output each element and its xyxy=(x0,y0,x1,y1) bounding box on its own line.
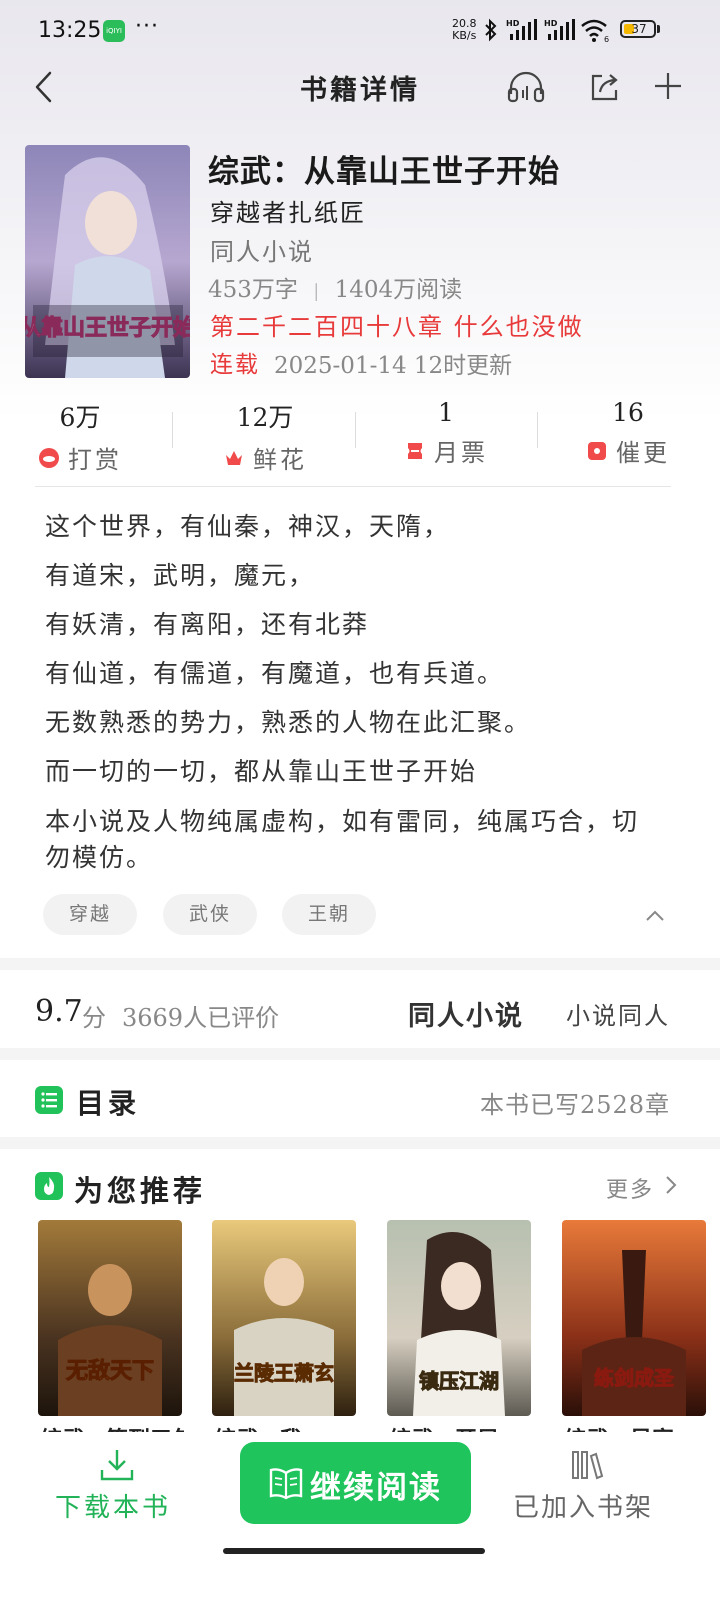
app-badge-icon: iQIYI xyxy=(103,20,125,42)
signal-2-icon: HD xyxy=(544,19,575,40)
stat-label-row: 鲜花 xyxy=(185,440,345,475)
synopsis-line: 而一切的一切，都从靠山王世子开始 xyxy=(45,757,478,786)
signal-1-icon: HD xyxy=(506,19,537,40)
read-count: 1404万阅读 xyxy=(334,277,463,303)
stat-urge[interactable]: 16 催更 xyxy=(548,398,708,468)
ticket-icon xyxy=(408,442,422,459)
more-notifications-icon: ··· xyxy=(135,14,159,39)
home-indicator[interactable] xyxy=(223,1548,485,1554)
category-tag[interactable]: 小说同人 xyxy=(566,996,670,1031)
battery-level: 37 xyxy=(631,22,647,36)
book-category: 同人小说 xyxy=(210,238,314,266)
rating-unit: 分 xyxy=(82,1004,106,1032)
share-icon[interactable] xyxy=(588,70,622,104)
stat-flower[interactable]: 12万 鲜花 xyxy=(185,398,345,475)
flame-icon xyxy=(35,1172,63,1200)
battery-tip xyxy=(657,25,660,33)
synopsis-line: 有道宋，武明，魔元， xyxy=(45,561,316,590)
cover-title-text: 练剑成圣 xyxy=(594,1366,675,1390)
svg-text:6: 6 xyxy=(604,35,609,44)
cover-title-text: 从靠山王世子开始 xyxy=(25,315,190,341)
divider xyxy=(537,412,538,448)
catalog-icon xyxy=(35,1086,63,1114)
stats-separator: | xyxy=(313,281,320,302)
catalog-title[interactable]: 目录 xyxy=(76,1082,140,1122)
book-stats: 453万字 | 1404万阅读 xyxy=(208,270,462,304)
tag-chip[interactable]: 穿越 xyxy=(43,894,137,935)
stat-ticket[interactable]: 1 月票 xyxy=(366,398,526,468)
continue-reading-label: 继续阅读 xyxy=(310,1470,442,1506)
chapter-count[interactable]: 本书已写2528章 xyxy=(480,1085,670,1120)
stat-label-row: 打赏 xyxy=(0,440,160,475)
cover-title-text: 兰陵王萧玄 xyxy=(234,1361,334,1385)
stat-value: 1 xyxy=(438,398,454,427)
stat-value: 6万 xyxy=(59,403,101,432)
stat-value: 16 xyxy=(612,398,644,427)
headphones-icon[interactable] xyxy=(506,68,546,104)
net-speed: 20.8 KB/s xyxy=(452,18,477,42)
plus-icon[interactable] xyxy=(652,70,684,102)
wifi-icon: 6 xyxy=(581,19,609,44)
recommended-book-cover[interactable]: 镇压江湖 xyxy=(387,1220,531,1416)
download-icon[interactable] xyxy=(98,1448,136,1482)
download-button[interactable]: 下载本书 xyxy=(55,1487,171,1524)
svg-text:HD: HD xyxy=(506,19,520,28)
synopsis-line: 本小说及人物纯属虚构，如有雷同，纯属巧合，切勿模仿。 xyxy=(45,807,640,872)
open-book-icon xyxy=(269,1468,303,1500)
rating-score: 9.7 xyxy=(35,994,83,1029)
flower-icon xyxy=(226,450,242,465)
recommend-title: 为您推荐 xyxy=(74,1174,207,1208)
latest-chapter[interactable]: 第二千二百四十八章 什么也没做 xyxy=(210,307,584,342)
status-badge: 连载 xyxy=(210,352,260,378)
update-time: 2025-01-14 12时更新 xyxy=(274,353,513,379)
recommended-book-cover[interactable]: 兰陵王萧玄 xyxy=(212,1220,356,1416)
word-count: 453万字 xyxy=(208,277,298,303)
chevron-right-icon[interactable] xyxy=(664,1172,678,1198)
added-to-shelf-button[interactable]: 已加入书架 xyxy=(513,1487,653,1524)
stat-label: 月票 xyxy=(434,439,488,467)
cover-title-text: 无敌天下 xyxy=(66,1358,154,1384)
tag-chip[interactable]: 武侠 xyxy=(163,894,257,935)
section-separator xyxy=(0,958,720,970)
stat-label: 鲜花 xyxy=(253,446,307,474)
status-bar: 13:25 iQIYI ··· 20.8 KB/s HD HD 6 37 xyxy=(0,0,720,62)
continue-reading-button[interactable]: 继续阅读 xyxy=(240,1442,471,1524)
book-cover-image[interactable]: 从靠山王世子开始 xyxy=(25,145,190,378)
section-separator xyxy=(0,1137,720,1149)
synopsis-line: 这个世界，有仙秦，神汉，天隋， xyxy=(45,512,451,541)
stat-label: 催更 xyxy=(616,439,670,467)
divider xyxy=(172,412,173,448)
status-time: 13:25 xyxy=(38,18,102,43)
category-tag[interactable]: 同人小说 xyxy=(408,994,524,1033)
bluetooth-icon xyxy=(485,18,497,42)
net-speed-unit: KB/s xyxy=(452,29,477,42)
more-link[interactable]: 更多 xyxy=(606,1172,654,1204)
chevron-up-icon[interactable] xyxy=(644,908,666,924)
section-separator xyxy=(0,1048,720,1060)
reward-icon xyxy=(39,447,59,468)
bookshelf-icon[interactable] xyxy=(570,1448,606,1482)
rating-count[interactable]: 3669人已评价 xyxy=(122,998,279,1033)
book-synopsis: 这个世界，有仙秦，神汉，天隋， 有道宋，武明，魔元， 有妖清，有离阳，还有北莽 … xyxy=(45,502,655,876)
synopsis-line: 有妖清，有离阳，还有北莽 xyxy=(45,610,370,639)
stat-label: 打赏 xyxy=(68,446,122,474)
svg-text:HD: HD xyxy=(544,19,558,28)
book-title: 综武：从靠山王世子开始 xyxy=(208,154,560,190)
stat-reward[interactable]: 6万 打赏 xyxy=(0,398,160,475)
synopsis-line: 有仙道，有儒道，有魔道，也有兵道。 xyxy=(45,659,505,688)
divider xyxy=(35,486,671,487)
tag-chip[interactable]: 王朝 xyxy=(282,894,376,935)
stat-label-row: 催更 xyxy=(548,433,708,468)
synopsis-line: 无数熟悉的势力，熟悉的人物在此汇聚。 xyxy=(45,708,532,737)
stat-label-row: 月票 xyxy=(366,433,526,468)
book-author[interactable]: 穿越者扎纸匠 xyxy=(210,193,366,228)
urge-icon xyxy=(588,441,606,460)
recommended-book-cover[interactable]: 练剑成圣 xyxy=(562,1220,706,1416)
cover-title-text: 镇压江湖 xyxy=(419,1369,499,1393)
divider xyxy=(355,412,356,448)
stat-value: 12万 xyxy=(236,403,294,432)
recommended-book-cover[interactable]: 无敌天下 xyxy=(38,1220,182,1416)
